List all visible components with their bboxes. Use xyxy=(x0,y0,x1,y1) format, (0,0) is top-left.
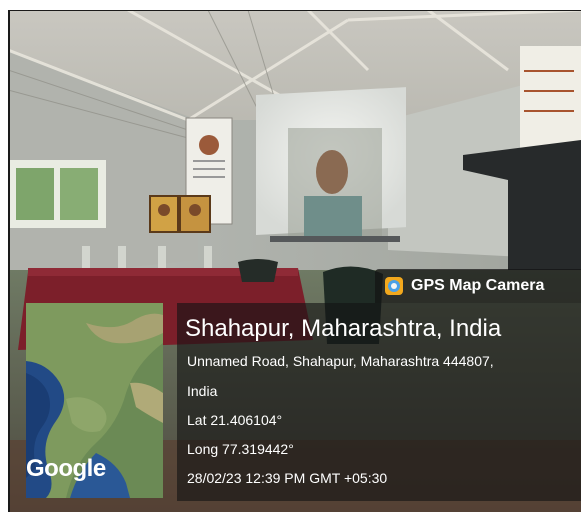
latitude: Lat 21.406104° xyxy=(187,412,283,428)
gps-map-camera-badge: GPS Map Camera xyxy=(375,269,581,303)
badge-label: GPS Map Camera xyxy=(411,277,545,294)
address-line-2: India xyxy=(187,383,218,399)
address-line-1: Unnamed Road, Shahapur, Maharashtra 4448… xyxy=(187,353,494,369)
longitude: Long 77.319442° xyxy=(187,441,294,457)
google-attribution: Google xyxy=(26,455,106,482)
location-info-panel: Shahapur, Maharashtra, India Unnamed Roa… xyxy=(177,303,581,501)
timestamp: 28/02/23 12:39 PM GMT +05:30 xyxy=(187,470,388,486)
location-title: Shahapur, Maharashtra, India xyxy=(185,315,502,342)
gps-map-camera-icon xyxy=(385,277,403,295)
screenshot-frame: Google GPS Map Camera Shahapur, Maharash… xyxy=(0,0,581,512)
